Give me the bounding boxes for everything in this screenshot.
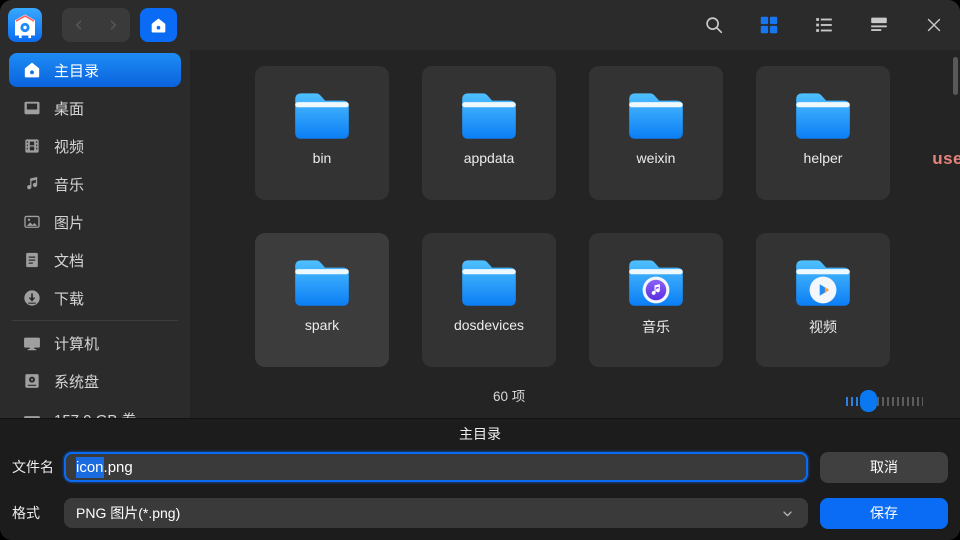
format-row: 格式 PNG 图片(*.png) 保存	[12, 497, 948, 529]
folder-name: weixin	[637, 150, 676, 166]
folder-name: 音乐	[642, 317, 670, 337]
folder-name: 视频	[809, 317, 837, 337]
sidebar-item-home[interactable]: 主目录	[9, 53, 181, 87]
sidebar-item-icon	[22, 250, 42, 270]
scrollbar-thumb[interactable]	[953, 57, 958, 95]
sidebar-divider	[12, 320, 178, 321]
cancel-button[interactable]: 取消	[820, 452, 948, 483]
current-path-label: 主目录	[12, 424, 948, 444]
sidebar-item-label: 文档	[54, 250, 84, 271]
folder-tile[interactable]: spark	[255, 233, 389, 367]
sidebar-item-icon	[22, 371, 42, 391]
search-icon[interactable]	[703, 14, 725, 36]
slider-thumb[interactable]	[860, 390, 877, 412]
save-button[interactable]: 保存	[820, 498, 948, 529]
forward-button[interactable]	[96, 8, 130, 42]
sidebar-item-icon	[22, 212, 42, 232]
sidebar-item-icon	[22, 333, 42, 353]
titlebar-actions	[703, 14, 945, 36]
folder-badge-icon	[642, 276, 670, 304]
folder-tile[interactable]: appdata	[422, 66, 556, 200]
home-icon	[149, 16, 168, 35]
folder-tile[interactable]: 音乐	[589, 233, 723, 367]
folder-name: dosdevices	[454, 317, 524, 333]
sidebar-item-film[interactable]: 视频	[9, 129, 181, 163]
folder-tile[interactable]: bin	[255, 66, 389, 200]
sidebar-item-download[interactable]: 下载	[9, 281, 181, 315]
sidebar-item-icon	[22, 288, 42, 308]
sidebar-item-desktop[interactable]: 桌面	[9, 91, 181, 125]
save-panel: 主目录 文件名 icon.png 取消 格式 PNG 图片(*.png) 保存	[0, 418, 960, 540]
folder-tile[interactable]: helper	[756, 66, 890, 200]
filename-rest-text: .png	[104, 459, 133, 476]
format-dropdown[interactable]: PNG 图片(*.png)	[64, 498, 808, 528]
sidebar-item-icon	[22, 136, 42, 156]
home-button[interactable]	[140, 8, 177, 42]
sidebar-item-icon	[22, 60, 42, 80]
folder-icon	[456, 254, 522, 308]
folder-name: spark	[305, 317, 339, 333]
nav-pill	[62, 8, 130, 42]
app-logo-icon	[8, 8, 42, 42]
folder-icon	[289, 87, 355, 141]
filename-row: 文件名 icon.png 取消	[12, 451, 948, 483]
folder-icon	[289, 254, 355, 308]
filename-input[interactable]: icon.png	[64, 452, 808, 482]
folder-tile[interactable]: dosdevices	[422, 233, 556, 367]
folder-tile[interactable]: 视频	[756, 233, 890, 367]
filename-label: 文件名	[12, 457, 64, 477]
icon-size-slider[interactable]	[846, 390, 923, 412]
folder-grid: bin appdata weixin helper spark dosdevic…	[255, 66, 891, 367]
grid-view-icon[interactable]	[758, 14, 780, 36]
sidebar-item-computer[interactable]: 计算机	[9, 326, 181, 360]
folder-icon	[790, 87, 856, 141]
file-save-dialog-window: 主目录 桌面 视频 音乐 图片 文档 下载 计算机 系统盘 157.9 GB 卷	[0, 0, 960, 540]
list-view-icon[interactable]	[813, 14, 835, 36]
sidebar-item-icon	[22, 409, 42, 418]
sidebar-item-music[interactable]: 音乐	[9, 167, 181, 201]
watermark-text: use	[932, 149, 960, 169]
sidebar-item-picture[interactable]: 图片	[9, 205, 181, 239]
chevron-right-icon	[104, 16, 122, 34]
item-count-label: 60 项	[493, 385, 525, 405]
folder-name: bin	[313, 150, 332, 166]
sidebar-item-icon	[22, 98, 42, 118]
sidebar-item-label: 图片	[54, 212, 84, 233]
sidebar-item-doc[interactable]: 文档	[9, 243, 181, 277]
close-icon[interactable]	[923, 14, 945, 36]
filename-selected-text: icon	[76, 457, 104, 478]
sidebar-item-label: 157.9 GB 卷	[54, 409, 137, 419]
folder-name: appdata	[464, 150, 515, 166]
format-value: PNG 图片(*.png)	[76, 503, 180, 523]
sidebar-item-label: 下载	[54, 288, 84, 309]
sidebar-item-volume[interactable]: 157.9 GB 卷	[9, 402, 181, 418]
sidebar-list: 主目录 桌面 视频 音乐 图片 文档 下载 计算机 系统盘 157.9 GB 卷	[0, 50, 190, 418]
chevron-down-icon	[779, 505, 796, 522]
titlebar	[0, 0, 960, 50]
folder-badge-icon	[809, 276, 837, 304]
folder-icon	[456, 87, 522, 141]
sidebar-item-icon	[22, 174, 42, 194]
chevron-left-icon	[70, 16, 88, 34]
format-label: 格式	[12, 503, 64, 523]
sidebar-item-label: 视频	[54, 136, 84, 157]
detail-view-icon[interactable]	[868, 14, 890, 36]
sidebar-item-label: 音乐	[54, 174, 84, 195]
view-buttons	[758, 14, 890, 36]
slider-ticks-right	[877, 397, 923, 406]
sidebar-item-label: 主目录	[54, 60, 99, 81]
sidebar-item-label: 桌面	[54, 98, 84, 119]
slider-ticks-left	[846, 397, 860, 406]
folder-tile[interactable]: weixin	[589, 66, 723, 200]
folder-name: helper	[804, 150, 843, 166]
sidebar-item-label: 系统盘	[54, 371, 99, 392]
folder-icon	[623, 87, 689, 141]
sidebar-item-label: 计算机	[54, 333, 99, 354]
sidebar-item-disk[interactable]: 系统盘	[9, 364, 181, 398]
folder-view: bin appdata weixin helper spark dosdevic…	[190, 50, 960, 418]
back-button[interactable]	[62, 8, 96, 42]
